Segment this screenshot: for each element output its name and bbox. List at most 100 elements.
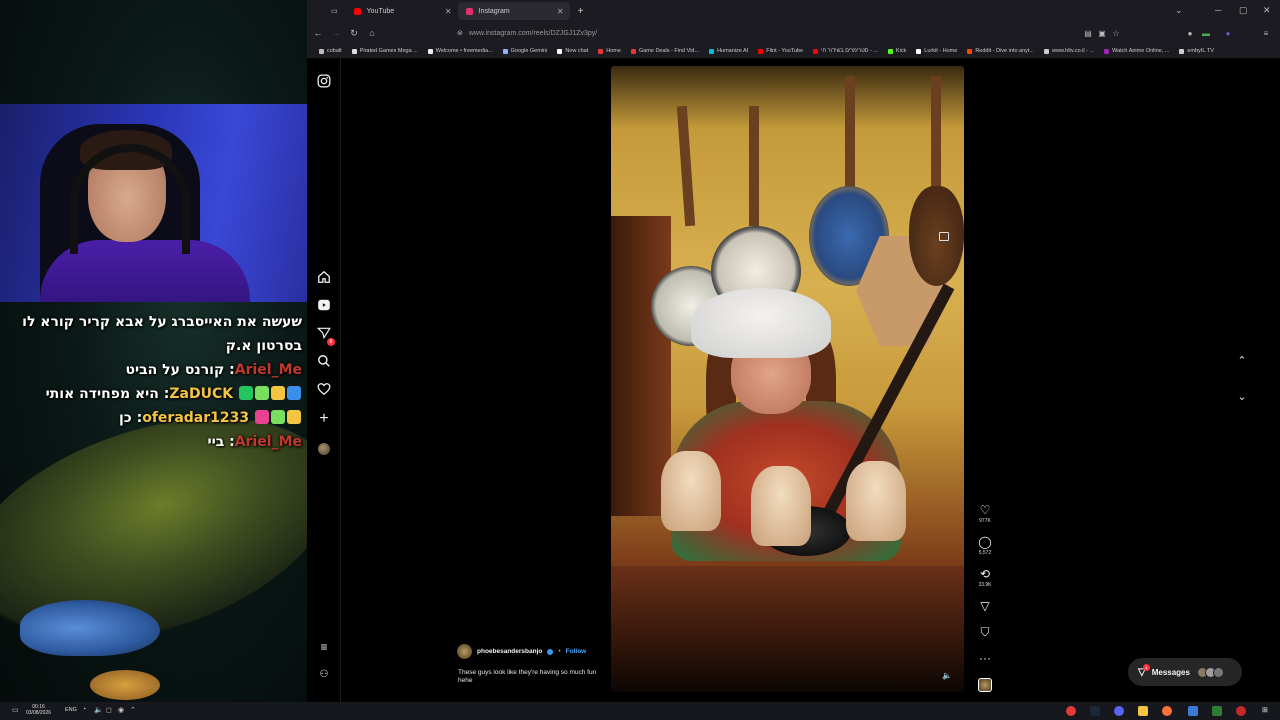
mute-icon[interactable]: 🔈 bbox=[941, 671, 953, 683]
taskbar-app-icon[interactable] bbox=[1212, 706, 1222, 716]
bookmark-item[interactable]: Home bbox=[598, 48, 621, 54]
chat-badge-icon bbox=[287, 386, 301, 400]
previous-reel-chevron-up-icon[interactable]: ⌃ bbox=[1231, 350, 1253, 372]
notifications-icon[interactable]: ▭ bbox=[12, 706, 19, 714]
chat-message: oferadar1233: כן bbox=[6, 406, 302, 430]
bookmark-favicon-icon bbox=[557, 48, 563, 54]
chat-badge-icon bbox=[255, 386, 269, 400]
taskbar-app-icon[interactable] bbox=[1066, 706, 1076, 716]
more-menu-icon[interactable]: ≡ bbox=[315, 638, 333, 656]
more-dots-icon: ··· bbox=[979, 651, 991, 665]
tab-overview-icon[interactable]: ▭ bbox=[331, 7, 338, 15]
tray-icon[interactable]: ◉ bbox=[118, 706, 124, 714]
chat-badge-icon bbox=[239, 386, 253, 400]
tab-instagram[interactable]: Instagram ✕ bbox=[457, 2, 570, 20]
bookmark-label: סטרימרים בשידור חי - ... bbox=[821, 48, 878, 54]
bookmark-item[interactable]: Pirated Games Mega ... bbox=[351, 48, 418, 54]
profile-avatar[interactable] bbox=[318, 443, 330, 455]
address-field[interactable]: ⊜ www.instagram.com/reels/DZJGJ1Zv3py/ bbox=[441, 25, 1061, 41]
bookmark-item[interactable]: סטרימרים בשידור חי - ... bbox=[813, 48, 878, 54]
taskbar-app-icon[interactable] bbox=[1138, 706, 1148, 716]
author-avatar[interactable] bbox=[457, 644, 472, 659]
taskbar-app-icon[interactable] bbox=[1188, 706, 1198, 716]
close-tab-icon[interactable]: ✕ bbox=[445, 7, 452, 16]
close-tab-icon[interactable]: ✕ bbox=[557, 7, 564, 16]
ukulele-hanging bbox=[909, 186, 964, 286]
bookmark-favicon-icon bbox=[502, 48, 508, 54]
reel-author: phoebesandersbanjo • Follow bbox=[457, 644, 586, 659]
tab-label: Instagram bbox=[478, 7, 510, 15]
wifi-icon[interactable]: ◔ bbox=[82, 706, 86, 713]
bookmark-item[interactable]: www.hltv.co.il - ... bbox=[1044, 48, 1094, 54]
bookmark-item[interactable]: cobalt bbox=[319, 48, 342, 54]
system-clock[interactable]: 00:16 03/08/2026 bbox=[26, 704, 51, 716]
home-icon[interactable] bbox=[315, 270, 333, 288]
minimize-icon[interactable]: ─ bbox=[1215, 5, 1221, 15]
also-from-meta-icon[interactable]: ⚇ bbox=[315, 666, 333, 684]
search-icon[interactable] bbox=[315, 354, 333, 372]
bookmark-item[interactable]: Humanize AI bbox=[709, 48, 748, 54]
language-indicator[interactable]: ENG bbox=[65, 707, 77, 713]
follow-button[interactable]: Follow bbox=[566, 648, 587, 655]
chat-separator: : bbox=[131, 410, 143, 426]
save-button[interactable]: ⛉ bbox=[975, 625, 995, 640]
volume-icon[interactable]: 🔈 bbox=[94, 706, 103, 714]
instagram-favicon-icon bbox=[465, 7, 473, 15]
back-icon[interactable]: ← bbox=[309, 28, 327, 38]
menu-icon[interactable]: ≡ bbox=[1257, 29, 1275, 38]
bucket-hat bbox=[691, 288, 831, 358]
bookmark-favicon-icon bbox=[598, 48, 604, 54]
close-window-icon[interactable]: ✕ bbox=[1263, 5, 1271, 16]
instagram-logo-icon[interactable] bbox=[315, 74, 333, 92]
firefox-taskbar-icon[interactable] bbox=[1162, 706, 1172, 716]
extension-icon[interactable]: ● bbox=[1219, 29, 1237, 38]
more-options-button[interactable]: ··· bbox=[975, 651, 995, 665]
stream-overlay: שעשה את האייסברג על אבא קריר קורא לו בסר… bbox=[0, 0, 307, 702]
bookmark-item[interactable]: Flint - YouTube bbox=[758, 48, 803, 54]
bookmark-item[interactable]: Kick bbox=[887, 48, 906, 54]
tray-icon[interactable]: ◻ bbox=[106, 706, 112, 714]
taskbar-app-icon[interactable] bbox=[1236, 706, 1246, 716]
extension-icon[interactable]: ▬ bbox=[1197, 29, 1215, 38]
bookmark-item[interactable]: New chat bbox=[557, 48, 588, 54]
repost-button[interactable]: ⟲ 33.9K bbox=[975, 567, 995, 588]
uke-neck bbox=[931, 76, 941, 196]
bookmark-item[interactable]: Lurkit - Home bbox=[916, 48, 957, 54]
bookmark-star-icon[interactable]: ☆ bbox=[1107, 29, 1125, 38]
bookmark-item[interactable]: Game Deals - Find Vid... bbox=[630, 48, 699, 54]
bookmark-item[interactable]: Google Gemini bbox=[502, 48, 547, 54]
reel-video[interactable]: 🔈 bbox=[611, 66, 964, 692]
new-tab-icon[interactable]: + bbox=[578, 6, 584, 17]
reels-icon[interactable] bbox=[315, 298, 333, 316]
author-username[interactable]: phoebesandersbanjo bbox=[477, 648, 542, 655]
maximize-icon[interactable]: ▢ bbox=[1239, 5, 1248, 16]
bookmark-item[interactable]: Welcome • freemedia... bbox=[427, 48, 493, 54]
bookmark-label: www.hltv.co.il - ... bbox=[1052, 48, 1095, 54]
tray-overflow-chevron-icon[interactable]: ⌃ bbox=[130, 706, 136, 714]
taskbar-app-icon[interactable] bbox=[1114, 706, 1124, 716]
heart-icon[interactable] bbox=[315, 382, 333, 400]
comment-button[interactable]: ◯ 5,572 bbox=[975, 535, 995, 556]
picture-in-picture-icon[interactable] bbox=[939, 232, 949, 241]
bookmark-item[interactable]: embyIL.TV bbox=[1179, 48, 1214, 54]
messages-button[interactable]: ▽ 1 Messages bbox=[1128, 658, 1242, 686]
windows-start-icon[interactable]: ⊞ bbox=[1262, 706, 1268, 714]
audio-thumbnail[interactable] bbox=[978, 678, 992, 692]
taskbar-app-icon[interactable] bbox=[1090, 706, 1100, 716]
next-reel-chevron-down-icon[interactable]: ⌄ bbox=[1231, 386, 1253, 408]
create-plus-icon[interactable]: + bbox=[315, 410, 333, 428]
tab-youtube[interactable]: YouTube ✕ bbox=[346, 2, 458, 20]
share-button[interactable]: ▽ bbox=[975, 599, 995, 613]
bookmark-item[interactable]: Watch Anime Online, ... bbox=[1104, 48, 1169, 54]
reload-icon[interactable]: ↻ bbox=[345, 28, 363, 39]
direct-messages-icon[interactable]: 6 bbox=[315, 326, 335, 346]
background-fish-small bbox=[90, 670, 160, 700]
forward-icon[interactable]: → bbox=[327, 28, 345, 38]
chat-message: שעשה את האייסברג על אבא קריר קורא לו בסר… bbox=[6, 310, 302, 358]
site-info-icon[interactable]: ⊜ bbox=[457, 29, 463, 37]
tab-list-chevron-icon[interactable]: ⌄ bbox=[1175, 5, 1183, 16]
bookmark-item[interactable]: Reddit - Dive into anyt... bbox=[967, 48, 1034, 54]
home-icon[interactable]: ⌂ bbox=[363, 28, 381, 38]
like-button[interactable]: ♡ 977K bbox=[975, 503, 995, 524]
bookmark-favicon-icon bbox=[813, 48, 819, 54]
